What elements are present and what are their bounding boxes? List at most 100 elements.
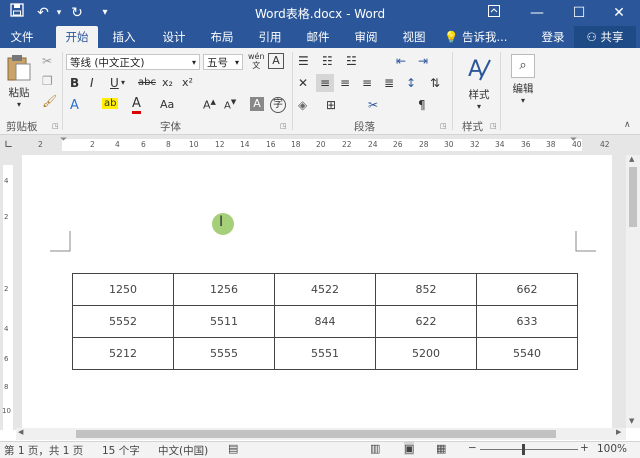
- macro-record-icon[interactable]: ▤: [228, 442, 238, 455]
- close-icon[interactable]: ✕: [608, 3, 630, 23]
- line-spacing-icon[interactable]: ↕: [406, 76, 416, 90]
- grow-font-icon[interactable]: A▲: [203, 98, 216, 112]
- tab-file[interactable]: 文件: [2, 26, 42, 48]
- table-cell[interactable]: 662: [476, 273, 578, 306]
- font-launcher-icon[interactable]: ◳: [280, 122, 287, 130]
- tab-layout[interactable]: 布局: [202, 26, 242, 48]
- italic-button[interactable]: I: [90, 76, 94, 90]
- hscroll-thumb[interactable]: [76, 430, 556, 438]
- paragraph-launcher-icon[interactable]: ◳: [440, 122, 447, 130]
- tab-references[interactable]: 引用: [250, 26, 290, 48]
- superscript-button[interactable]: x²: [182, 76, 193, 89]
- strikethrough-button[interactable]: abc: [138, 77, 156, 88]
- numbering-icon[interactable]: ☷: [322, 54, 333, 68]
- bullets-icon[interactable]: ☰: [298, 54, 309, 68]
- vscroll-thumb[interactable]: [629, 167, 637, 227]
- table-cell[interactable]: 622: [375, 305, 477, 338]
- tab-view[interactable]: 视图: [394, 26, 434, 48]
- word-count[interactable]: 15 个字: [102, 443, 140, 458]
- table-cell[interactable]: 5540: [476, 337, 578, 370]
- text-effects-icon[interactable]: A: [70, 98, 79, 113]
- zoom-out-icon[interactable]: −: [468, 442, 477, 454]
- justify-icon[interactable]: ≣: [384, 76, 394, 90]
- shading-icon[interactable]: ◈: [298, 98, 307, 112]
- document-page[interactable]: I 1250 1256 4522 852 662 5552 5511 844 6…: [22, 155, 612, 428]
- table-cell[interactable]: 5551: [274, 337, 376, 370]
- phonetic-guide-icon[interactable]: wén 文: [248, 52, 265, 70]
- tab-insert[interactable]: 插入: [104, 26, 144, 48]
- paste-button[interactable]: 粘贴 ▾: [4, 54, 34, 109]
- table-cell[interactable]: 5552: [72, 305, 174, 338]
- decrease-indent-icon[interactable]: ⇤: [396, 54, 406, 68]
- font-name-combo[interactable]: 等线 (中文正文) ▾: [66, 54, 200, 70]
- table-cell[interactable]: 4522: [274, 273, 376, 306]
- table-cell[interactable]: 5212: [72, 337, 174, 370]
- multilevel-list-icon[interactable]: ☳: [346, 54, 357, 68]
- table-cell[interactable]: 633: [476, 305, 578, 338]
- page-count[interactable]: 第 1 页，共 1 页: [4, 443, 83, 458]
- vertical-scrollbar[interactable]: ▲ ▼: [626, 155, 640, 428]
- clipboard-launcher-icon[interactable]: ◳: [52, 122, 59, 130]
- align-right-icon[interactable]: ≡: [362, 76, 372, 90]
- bold-button[interactable]: B: [70, 76, 79, 90]
- cut-icon[interactable]: ✂: [42, 54, 52, 68]
- align-center-icon[interactable]: ≡: [340, 76, 350, 90]
- horizontal-scrollbar[interactable]: ◀ ▶: [16, 428, 626, 440]
- zoom-in-icon[interactable]: +: [580, 442, 589, 454]
- format-painter-icon[interactable]: 🖌: [42, 94, 57, 108]
- table-cell[interactable]: 5555: [173, 337, 275, 370]
- increase-indent-icon[interactable]: ⇥: [418, 54, 428, 68]
- styles-launcher-icon[interactable]: ◳: [490, 122, 497, 130]
- web-layout-icon[interactable]: ▦: [436, 442, 446, 455]
- change-case-icon[interactable]: Aa: [160, 98, 174, 111]
- tell-me-box[interactable]: 💡 告诉我...: [444, 26, 524, 48]
- language-status[interactable]: 中文(中国): [158, 443, 208, 458]
- signin-link[interactable]: 登录: [536, 26, 570, 48]
- tab-mailings[interactable]: 邮件: [298, 26, 338, 48]
- shrink-font-icon[interactable]: A▼: [224, 98, 236, 111]
- tab-design[interactable]: 设计: [154, 26, 194, 48]
- ribbon-display-icon[interactable]: [483, 3, 505, 23]
- indent-marker-icon[interactable]: ⏷: [60, 135, 67, 145]
- subscript-button[interactable]: x₂: [162, 76, 173, 89]
- data-table[interactable]: 1250 1256 4522 852 662 5552 5511 844 622…: [72, 273, 578, 370]
- underline-button[interactable]: U: [110, 76, 119, 90]
- borders-icon[interactable]: ⊞: [326, 98, 336, 112]
- underline-dropdown-icon[interactable]: ▾: [121, 78, 125, 87]
- zoom-level[interactable]: 100%: [597, 443, 627, 455]
- share-button[interactable]: ⚇ 共享: [574, 26, 636, 48]
- table-cell[interactable]: 852: [375, 273, 477, 306]
- highlight-icon[interactable]: ab: [102, 98, 119, 109]
- scroll-left-icon[interactable]: ◀: [18, 428, 23, 436]
- table-cell[interactable]: 1250: [72, 273, 174, 306]
- tab-selector-icon[interactable]: ∟: [4, 138, 13, 151]
- sort-icon[interactable]: ⇅: [430, 76, 440, 90]
- table-cell[interactable]: 5511: [173, 305, 275, 338]
- styles-button[interactable]: A 样式 ▾: [462, 54, 496, 111]
- scroll-right-icon[interactable]: ▶: [616, 428, 621, 436]
- save-icon[interactable]: [6, 3, 28, 23]
- minimize-icon[interactable]: —: [526, 3, 548, 23]
- scroll-up-icon[interactable]: ▲: [629, 155, 634, 163]
- editing-button[interactable]: ⌕ 编辑 ▾: [506, 54, 540, 110]
- align-left-icon[interactable]: ≡: [316, 74, 334, 92]
- scroll-down-icon[interactable]: ▼: [629, 417, 634, 425]
- font-size-combo[interactable]: 五号 ▾: [203, 54, 243, 70]
- zoom-slider-thumb[interactable]: [522, 444, 525, 455]
- read-mode-icon[interactable]: ▥: [370, 442, 380, 455]
- zoom-slider[interactable]: [480, 449, 578, 450]
- enclose-char-icon[interactable]: 字: [270, 97, 286, 113]
- char-shading-icon[interactable]: A: [250, 97, 264, 111]
- horizontal-ruler[interactable]: ∟ ⏷ ⏷ 2 2 4 6 8 10 12 14 16 18 20 22 24 …: [0, 135, 640, 155]
- font-color-icon[interactable]: A: [132, 96, 141, 114]
- show-marks-icon[interactable]: ¶: [418, 98, 426, 112]
- table-cell[interactable]: 5200: [375, 337, 477, 370]
- customize-toolbar-icon[interactable]: ▾: [94, 3, 116, 23]
- maximize-icon[interactable]: ☐: [568, 3, 590, 23]
- char-border-icon[interactable]: A: [268, 53, 284, 69]
- vertical-ruler[interactable]: 4 2 2 4 6 8 10: [0, 155, 16, 430]
- tab-home[interactable]: 开始: [56, 26, 98, 48]
- chinese-layout-icon[interactable]: ✕: [298, 76, 308, 90]
- table-cell[interactable]: 1256: [173, 273, 275, 306]
- redo-icon[interactable]: ↻: [66, 3, 88, 23]
